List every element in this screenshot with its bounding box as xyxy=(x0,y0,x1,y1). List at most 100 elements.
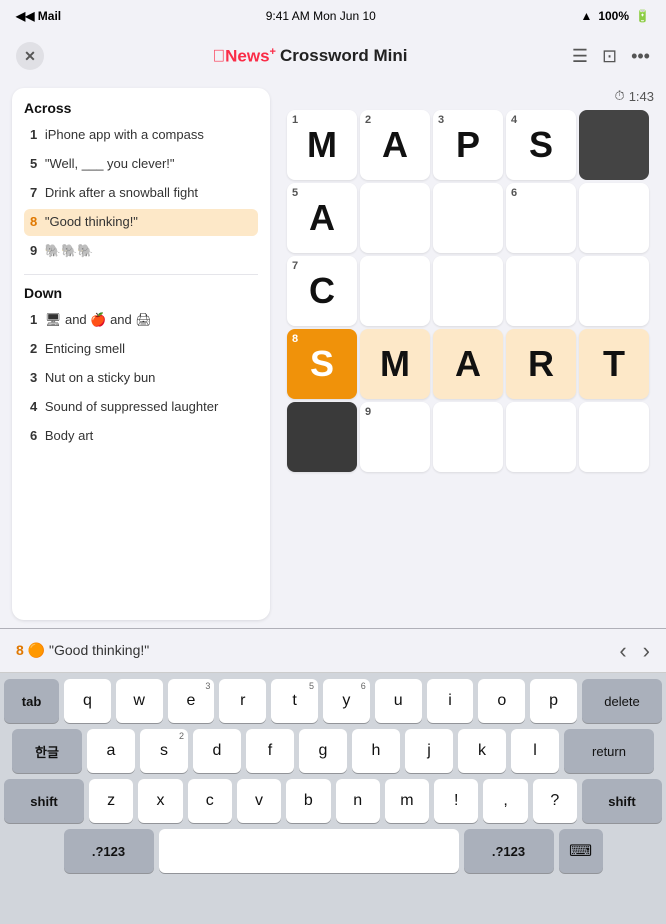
key-y[interactable]: y6 xyxy=(323,679,370,723)
nav-title: News+ Crossword Mini xyxy=(208,46,407,67)
nav-right: ☰ ⊡ ••• xyxy=(572,46,650,67)
key-e[interactable]: e3 xyxy=(168,679,215,723)
cell-1-3[interactable]: 6 xyxy=(506,183,576,253)
status-left: ◀ ◀ Mail xyxy=(16,9,61,23)
cell-4-2[interactable] xyxy=(433,402,503,472)
more-icon[interactable]: ••• xyxy=(631,46,650,67)
key-num-right[interactable]: .?123 xyxy=(464,829,554,873)
key-x[interactable]: x xyxy=(138,779,182,823)
key-return[interactable]: return xyxy=(564,729,654,773)
clue-number: 3 xyxy=(30,370,37,385)
key-keyboard-icon[interactable]: ⌨ xyxy=(559,829,603,873)
clue-across-8[interactable]: 8 "Good thinking!" xyxy=(24,209,258,236)
clue-number: 4 xyxy=(30,399,37,414)
status-right: ▲ 100% 🔋 xyxy=(580,9,650,23)
cell-2-0[interactable]: 7C xyxy=(287,256,357,326)
keyboard-hint: 8 🟠 "Good thinking!" ‹ › xyxy=(0,629,666,673)
cell-1-1[interactable] xyxy=(360,183,430,253)
clue-down-3[interactable]: 3 Nut on a sticky bun xyxy=(24,365,258,392)
key-l[interactable]: l xyxy=(511,729,559,773)
keyboard-row-bottom: .?123 .?123 ⌨ xyxy=(4,829,662,873)
list-icon[interactable]: ☰ xyxy=(572,46,588,67)
key-tab[interactable]: tab xyxy=(4,679,59,723)
key-o[interactable]: o xyxy=(478,679,525,723)
key-shift-left[interactable]: shift xyxy=(4,779,84,823)
clue-text: Body art xyxy=(45,428,93,443)
clues-panel: Across 1 iPhone app with a compass 5 "We… xyxy=(12,88,270,620)
key-t[interactable]: t5 xyxy=(271,679,318,723)
cell-1-4[interactable] xyxy=(579,183,649,253)
key-num-left[interactable]: .?123 xyxy=(64,829,154,873)
cell-3-3[interactable]: R xyxy=(506,329,576,399)
key-i[interactable]: i xyxy=(427,679,474,723)
clue-across-9[interactable]: 9 🐘🐘🐘 xyxy=(24,238,258,265)
key-shift-right[interactable]: shift xyxy=(582,779,662,823)
hint-nav: ‹ › xyxy=(619,638,650,664)
status-time: 9:41 AM Mon Jun 10 xyxy=(266,9,376,23)
cell-3-1[interactable]: M xyxy=(360,329,430,399)
clue-across-1[interactable]: 1 iPhone app with a compass xyxy=(24,122,258,149)
cell-4-1[interactable]: 9 xyxy=(360,402,430,472)
key-r[interactable]: r xyxy=(219,679,266,723)
key-c[interactable]: c xyxy=(188,779,232,823)
keyboard-rows: tab q w e3 r t5 y6 u i o p delete 한글 a s… xyxy=(0,673,666,873)
key-g[interactable]: g xyxy=(299,729,347,773)
keyboard-area: 8 🟠 "Good thinking!" ‹ › tab q w e3 r t5… xyxy=(0,628,666,924)
key-delete[interactable]: delete xyxy=(582,679,662,723)
clue-number: 9 xyxy=(30,243,37,258)
cell-2-1[interactable] xyxy=(360,256,430,326)
key-s[interactable]: s2 xyxy=(140,729,188,773)
key-question[interactable]: ? xyxy=(533,779,577,823)
crossword-grid: 1M 2A 3P 4S 5A 6 7C 8S M A R T 9 xyxy=(287,110,649,472)
key-p[interactable]: p xyxy=(530,679,577,723)
cell-3-4[interactable]: T xyxy=(579,329,649,399)
cell-1-2[interactable] xyxy=(433,183,503,253)
clue-across-7[interactable]: 7 Drink after a snowball fight xyxy=(24,180,258,207)
key-hangul[interactable]: 한글 xyxy=(12,729,82,773)
cell-4-3[interactable] xyxy=(506,402,576,472)
key-m[interactable]: m xyxy=(385,779,429,823)
cell-2-2[interactable] xyxy=(433,256,503,326)
key-w[interactable]: w xyxy=(116,679,163,723)
clue-down-6[interactable]: 6 Body art xyxy=(24,423,258,450)
cell-2-4[interactable] xyxy=(579,256,649,326)
prev-clue-button[interactable]: ‹ xyxy=(619,638,626,664)
key-d[interactable]: d xyxy=(193,729,241,773)
display-icon[interactable]: ⊡ xyxy=(602,46,617,67)
cell-2-3[interactable] xyxy=(506,256,576,326)
cell-0-3[interactable]: 4S xyxy=(506,110,576,180)
cell-0-0[interactable]: 1M xyxy=(287,110,357,180)
key-v[interactable]: v xyxy=(237,779,281,823)
clue-number: 6 xyxy=(30,428,37,443)
clue-across-5[interactable]: 5 "Well, ___ you clever!" xyxy=(24,151,258,178)
key-k[interactable]: k xyxy=(458,729,506,773)
cell-3-2[interactable]: A xyxy=(433,329,503,399)
cell-0-2[interactable]: 3P xyxy=(433,110,503,180)
key-space[interactable] xyxy=(159,829,459,873)
clue-number: 1 xyxy=(30,127,37,142)
key-b[interactable]: b xyxy=(286,779,330,823)
key-exclaim[interactable]: ! xyxy=(434,779,478,823)
next-clue-button[interactable]: › xyxy=(643,638,650,664)
clue-text: Enticing smell xyxy=(45,341,125,356)
key-z[interactable]: z xyxy=(89,779,133,823)
status-bar: ◀ ◀ Mail 9:41 AM Mon Jun 10 ▲ 100% 🔋 xyxy=(0,0,666,32)
clue-down-4[interactable]: 4 Sound of suppressed laughter xyxy=(24,394,258,421)
key-u[interactable]: u xyxy=(375,679,422,723)
clue-down-2[interactable]: 2 Enticing smell xyxy=(24,336,258,363)
key-h[interactable]: h xyxy=(352,729,400,773)
clue-number: 7 xyxy=(30,185,37,200)
cell-4-4[interactable] xyxy=(579,402,649,472)
key-n[interactable]: n xyxy=(336,779,380,823)
clue-down-1[interactable]: 1 🖥 and 🍎 and 🖨 xyxy=(24,307,258,334)
key-comma[interactable]: , xyxy=(483,779,527,823)
key-q[interactable]: q xyxy=(64,679,111,723)
cell-1-0[interactable]: 5A xyxy=(287,183,357,253)
key-a[interactable]: a xyxy=(87,729,135,773)
key-j[interactable]: j xyxy=(405,729,453,773)
cell-0-4-black xyxy=(579,110,649,180)
close-button[interactable]: ✕ xyxy=(16,42,44,70)
cell-0-1[interactable]: 2A xyxy=(360,110,430,180)
key-f[interactable]: f xyxy=(246,729,294,773)
cell-3-0-active[interactable]: 8S xyxy=(287,329,357,399)
